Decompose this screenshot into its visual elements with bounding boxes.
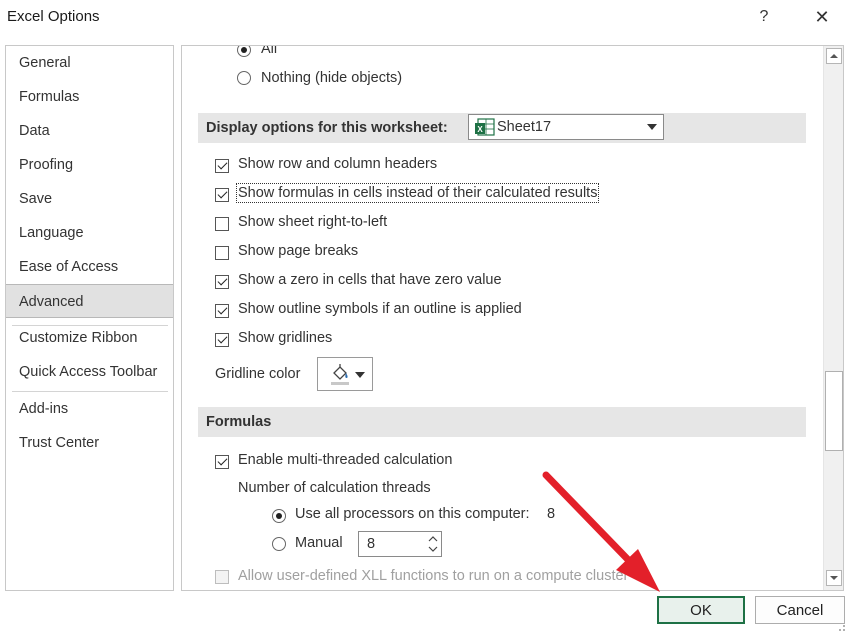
scroll-up-button[interactable] — [826, 48, 842, 64]
use-all-processors-radio[interactable] — [272, 509, 286, 523]
scroll-thumb[interactable] — [825, 371, 843, 451]
nav-item-ease-of-access[interactable]: Ease of Access — [6, 250, 173, 284]
nav-item-data[interactable]: Data — [6, 114, 173, 148]
show-zero-label: Show a zero in cells that have zero valu… — [238, 272, 502, 288]
close-icon: ✕ — [814, 6, 830, 27]
manual-threads-stepper[interactable]: 8 — [358, 531, 442, 557]
nav-item-proofing[interactable]: Proofing — [6, 148, 173, 182]
chevron-down-icon — [647, 124, 657, 130]
show-page-breaks-label: Show page breaks — [238, 243, 359, 259]
window-title: Excel Options — [7, 8, 100, 25]
nav-item-formulas[interactable]: Formulas — [6, 80, 173, 114]
allow-xll-label: Allow user-defined XLL functions to run … — [238, 568, 629, 584]
cancel-button[interactable]: Cancel — [755, 596, 845, 624]
use-all-processors-label: Use all processors on this computer: — [295, 506, 530, 522]
multithread-checkbox[interactable] — [215, 455, 229, 469]
processor-count: 8 — [547, 506, 556, 522]
manual-threads-label: Manual — [295, 535, 343, 551]
show-formulas-checkbox[interactable] — [215, 188, 229, 202]
gridline-color-button[interactable] — [317, 357, 373, 391]
help-icon: ? — [759, 8, 769, 25]
nav-item-quick-access-toolbar[interactable]: Quick Access Toolbar — [6, 355, 173, 389]
gridline-color-label: Gridline color — [215, 366, 301, 382]
sheet-select[interactable]: X Sheet17 — [468, 114, 664, 140]
formulas-section-header: Formulas — [198, 407, 806, 437]
show-outline-checkbox[interactable] — [215, 304, 229, 318]
nav-item-language[interactable]: Language — [6, 216, 173, 250]
show-headers-label: Show row and column headers — [238, 156, 438, 172]
show-rtl-label: Show sheet right-to-left — [238, 214, 388, 230]
allow-xll-checkbox[interactable] — [215, 570, 229, 584]
nav-item-advanced[interactable]: Advanced — [6, 284, 173, 318]
resize-grip-icon[interactable] — [834, 620, 846, 632]
nav-item-customize-ribbon[interactable]: Customize Ribbon — [6, 321, 173, 355]
advanced-options-panel: All Nothing (hide objects) Display optio… — [181, 45, 844, 591]
show-formulas-label: Show formulas in cells instead of their … — [235, 183, 600, 203]
objects-all-label: All — [261, 45, 278, 57]
show-outline-label: Show outline symbols if an outline is ap… — [238, 301, 522, 317]
triangle-up-icon — [830, 54, 838, 58]
nav-item-trust-center[interactable]: Trust Center — [6, 426, 173, 460]
formulas-section-title: Formulas — [206, 414, 272, 430]
title-bar: Excel Options ? ✕ — [0, 0, 851, 34]
show-rtl-checkbox[interactable] — [215, 217, 229, 231]
help-button[interactable]: ? — [747, 4, 781, 30]
triangle-down-icon — [830, 576, 838, 580]
options-nav: General Formulas Data Proofing Save Lang… — [5, 45, 174, 591]
sheet-select-value: Sheet17 — [497, 119, 552, 135]
show-page-breaks-checkbox[interactable] — [215, 246, 229, 260]
nav-item-add-ins[interactable]: Add-ins — [6, 392, 173, 426]
multithread-label: Enable multi-threaded calculation — [238, 452, 453, 468]
objects-all-radio[interactable] — [237, 46, 251, 57]
svg-text:X: X — [477, 125, 483, 134]
close-button[interactable]: ✕ — [805, 4, 839, 30]
manual-threads-radio[interactable] — [272, 537, 286, 551]
nav-item-general[interactable]: General — [6, 46, 173, 80]
objects-nothing-radio[interactable] — [237, 71, 251, 85]
manual-threads-value: 8 — [367, 536, 376, 552]
options-scrollbar[interactable] — [823, 46, 843, 590]
scroll-down-button[interactable] — [826, 570, 842, 586]
threads-label: Number of calculation threads — [238, 480, 431, 496]
show-headers-checkbox[interactable] — [215, 159, 229, 173]
paint-bucket-icon — [331, 364, 349, 385]
chevron-down-icon — [355, 372, 365, 378]
nav-item-save[interactable]: Save — [6, 182, 173, 216]
display-options-title: Display options for this worksheet: — [206, 120, 448, 136]
ok-button[interactable]: OK — [657, 596, 745, 624]
show-zero-checkbox[interactable] — [215, 275, 229, 289]
show-gridlines-checkbox[interactable] — [215, 333, 229, 347]
spin-arrows-icon[interactable] — [425, 532, 441, 556]
show-gridlines-label: Show gridlines — [238, 330, 333, 346]
excel-sheet-icon: X — [475, 118, 495, 136]
objects-nothing-label: Nothing (hide objects) — [261, 70, 403, 86]
